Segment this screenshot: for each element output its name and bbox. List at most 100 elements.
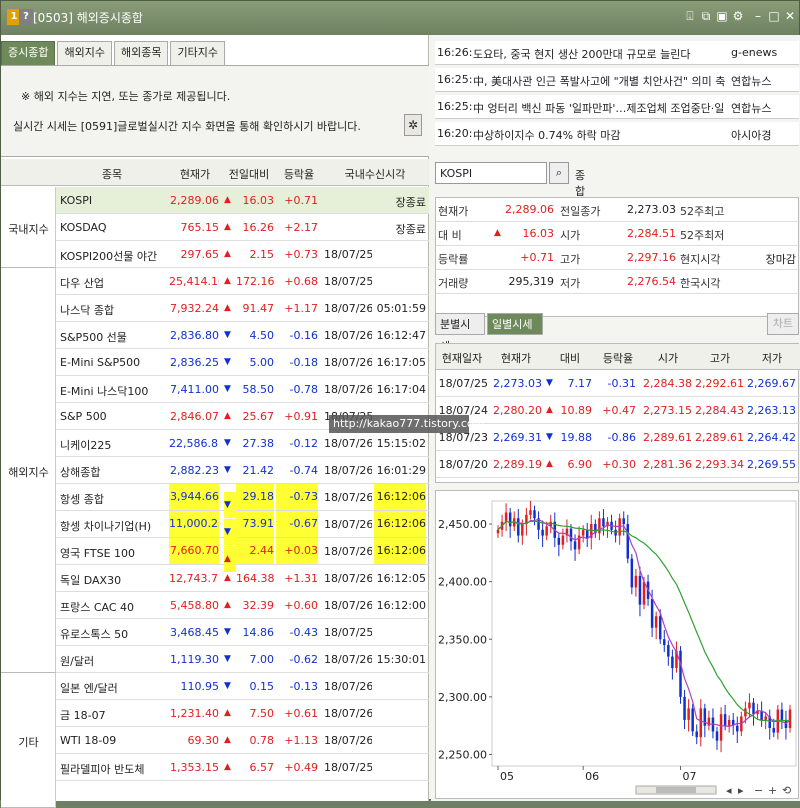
save-icon[interactable]: ▣ [715, 8, 729, 24]
y-tick-label: 2,350.00 [438, 633, 487, 646]
row-time: 15:30:01 [376, 653, 426, 666]
candle-body [541, 529, 544, 536]
search-icon[interactable]: ⌕ [549, 162, 569, 184]
news-item[interactable]: 16:20: 中상하이지수 0.74% 하락 마감 아시아경 [435, 122, 799, 146]
row-price: 5,458.80 [170, 599, 219, 612]
tab-overseas-index[interactable]: 해외지수 [57, 41, 112, 65]
copy-icon[interactable]: ⧉ [699, 8, 713, 24]
news-item[interactable]: 16:25: 中 엉터리 백신 파동 '일파만파'…제조업체 조업중단·일 연합뉴스 [435, 95, 799, 119]
settings-icon[interactable]: ⚙ [731, 8, 745, 24]
table-row[interactable]: 금 18-07 1,231.40 ▲ 7.50 +0.61 18/07/26 [56, 700, 429, 727]
table-row[interactable]: 항셍 차이나기업(H)11,000.25▼73.91-0.6718/07/261… [56, 511, 429, 545]
quote-v2: 2,297.16 [627, 251, 676, 264]
news-time: 16:25: [437, 100, 473, 113]
candle-body [521, 524, 524, 536]
daily-row[interactable]: 18/07/25 2,273.03 7.17 -0.31 2,284.38 2,292.6… [436, 371, 800, 397]
table-row[interactable]: KOSDAQ 765.15 ▲ 16.26 +2.17 장종료 [56, 214, 429, 241]
row-change: 25.67 [242, 410, 275, 423]
close-icon[interactable]: ✕ [783, 8, 797, 24]
daily-open: 2,284.38 [643, 377, 692, 390]
table-row[interactable]: 유로스톡스 50 3,468.45 ▼ 14.86 -0.43 18/07/25 [56, 619, 429, 646]
header-name: 종목 [101, 168, 123, 181]
row-name: S&P500 선물 [60, 331, 127, 344]
table-row[interactable]: 프랑스 CAC 40 5,458.80 ▲ 32.39 +0.60 18/07/26 16:… [56, 592, 429, 619]
candle-body [573, 541, 577, 550]
row-price: 2,846.07 [170, 410, 219, 423]
link-icon[interactable]: ⍗ [683, 8, 697, 24]
quote-k1: 등락률 [438, 253, 469, 266]
index-search-input[interactable]: KOSPI [435, 162, 547, 184]
candle-body [496, 529, 500, 534]
table-row[interactable]: 항셍 종합 3,944.66 ▼ 29.18 -0.73 18/07/26 16:12:06 [56, 484, 429, 518]
table-row[interactable]: E-Mini S&P500 2,836.25 ▼ 5.00 -0.18 18/07/26 1… [56, 349, 429, 376]
row-pct: -0.43 [289, 626, 318, 639]
tab-overseas-stocks[interactable]: 해외종목 [113, 41, 169, 65]
row-time: 16:17:05 [376, 356, 426, 369]
candle-body [581, 529, 585, 536]
minimize-icon[interactable]: – [751, 8, 765, 24]
tab-market-overview[interactable]: 증시종합 [1, 41, 56, 65]
row-date: 18/07/26 [324, 302, 372, 315]
up-arrow-icon: ▲ [224, 600, 231, 610]
row-change: 0.15 [249, 680, 275, 693]
down-arrow-icon: ▼ [224, 357, 231, 367]
row-name: 원/달러 [60, 655, 95, 668]
row-time: 15:15:02 [376, 437, 426, 450]
daily-row[interactable]: 18/07/24 2,280.20 10.89 +0.47 2,273.15 2,284.… [436, 398, 800, 424]
candle-body [727, 719, 731, 726]
row-date: 18/07/26 [324, 491, 372, 504]
quote-v1: 295,319 [508, 275, 555, 288]
daily-price: 2,269.31 [493, 431, 542, 444]
table-row[interactable]: 필라델피아 반도체 1,353.15 ▲ 6.57 +0.49 18/07/25 [56, 754, 429, 781]
table-row[interactable]: 나스닥 종합 7,932.24 ▲ 91.47 +1.17 18/07/26 05:01:5… [56, 295, 429, 322]
chart-button[interactable]: 차트 [767, 313, 799, 335]
tab-daily-quotes[interactable]: 일별시세 [487, 313, 543, 335]
candle-body [683, 696, 686, 720]
table-row[interactable]: WTI 18-09 69.30 ▲ 0.78 +1.13 18/07/26 [56, 727, 429, 754]
candle-body [561, 535, 565, 545]
news-item[interactable]: 16:25: 中, 美대사관 인근 폭발사고에 "개별 치안사건" 의미 축 연합뉴… [435, 68, 799, 92]
tab-bar: 증시종합 해외지수 해외종목 기타지수 [1, 41, 227, 65]
row-price: 3,944.66 [169, 484, 219, 510]
down-arrow-icon: ▼ [224, 627, 231, 637]
news-item[interactable]: 16:26: 도요타, 중국 현지 생산 200만대 규모로 늘린다 g-enews [435, 41, 799, 65]
table-row[interactable]: 니케이225 22,586.87 ▼ 27.38 -0.12 18/07/26 15:15:… [56, 430, 429, 457]
x-tick-label: 07 [683, 770, 697, 783]
row-time: 16:12:05 [376, 572, 426, 585]
price-chart[interactable]: 2,450.00 2,400.00 2,350.00 2,300.00 2,250.00… [435, 490, 799, 799]
table-row[interactable]: E-Mini 나스닥100 7,411.00 ▼ 58.50 -0.78 18/07/26… [56, 376, 429, 403]
table-row[interactable]: KOSPI200선물 야간 297.65 ▲ 2.15 +0.73 18/07/25 [56, 241, 429, 268]
table-row[interactable]: 일본 엔/달러 110.95 ▼ 0.15 -0.13 18/07/26 [56, 673, 429, 700]
table-row[interactable]: 원/달러 1,119.30 ▼ 7.00 -0.62 18/07/26 15:30:01 [56, 646, 429, 673]
settings-gear-icon[interactable]: ✲ [404, 114, 422, 136]
row-price: 11,000.25 [169, 511, 219, 537]
row-change: 27.38 [242, 437, 275, 450]
right-panel: 16:26: 도요타, 중국 현지 생산 200만대 규모로 늘린다 g-enews… [431, 35, 800, 801]
daily-header-pct: 등락율 [602, 352, 634, 365]
row-name: 다우 산업 [60, 277, 104, 290]
row-name: 필라델피아 반도체 [60, 763, 145, 776]
row-name: S&P 500 [60, 410, 107, 423]
tab-other-index[interactable]: 기타지수 [170, 41, 225, 65]
table-row[interactable]: 상해종합 2,882.23 ▼ 21.42 -0.74 18/07/26 16:01:29 [56, 457, 429, 484]
row-change: 0.78 [249, 734, 275, 747]
candle-body [752, 702, 755, 715]
daily-date: 18/07/20 [438, 458, 488, 471]
table-row[interactable]: 독일 DAX30 12,743.71 ▲ 164.38 +1.31 18/07/26 16:… [56, 565, 429, 592]
header-price: 현재가 [179, 168, 211, 181]
table-row[interactable]: KOSPI 2,289.06 ▲ 16.03 +0.71 장종료 [56, 187, 429, 214]
quote-v2: 2,284.51 [627, 227, 676, 240]
table-row[interactable]: 영국 FTSE 100 7,660.70 ▲ 2.44 +0.03 18/07/26 16:… [56, 538, 429, 572]
daily-row[interactable]: 18/07/23 2,269.31 19.88 -0.86 2,289.61 2,289.… [436, 425, 800, 451]
daily-pct: +0.47 [602, 404, 636, 417]
table-row[interactable]: 다우 산업 25,414.10 ▲ 172.16 +0.68 18/07/25 [56, 268, 429, 295]
row-change: 32.39 [242, 599, 275, 612]
row-time: 16:12:00 [376, 599, 426, 612]
table-row[interactable]: S&P500 선물 2,836.80 ▼ 4.50 -0.16 18/07/26 16:12… [56, 322, 429, 349]
tab-minute-quotes[interactable]: 분별시세 [435, 313, 485, 353]
daily-row[interactable]: 18/07/20 2,289.19 6.90 +0.30 2,281.36 2,293.3… [436, 452, 800, 478]
maximize-icon[interactable]: □ [767, 8, 781, 24]
row-pct: +0.71 [284, 194, 318, 207]
up-arrow-icon: ▲ [224, 708, 231, 718]
help-badge[interactable]: ? [19, 9, 33, 25]
